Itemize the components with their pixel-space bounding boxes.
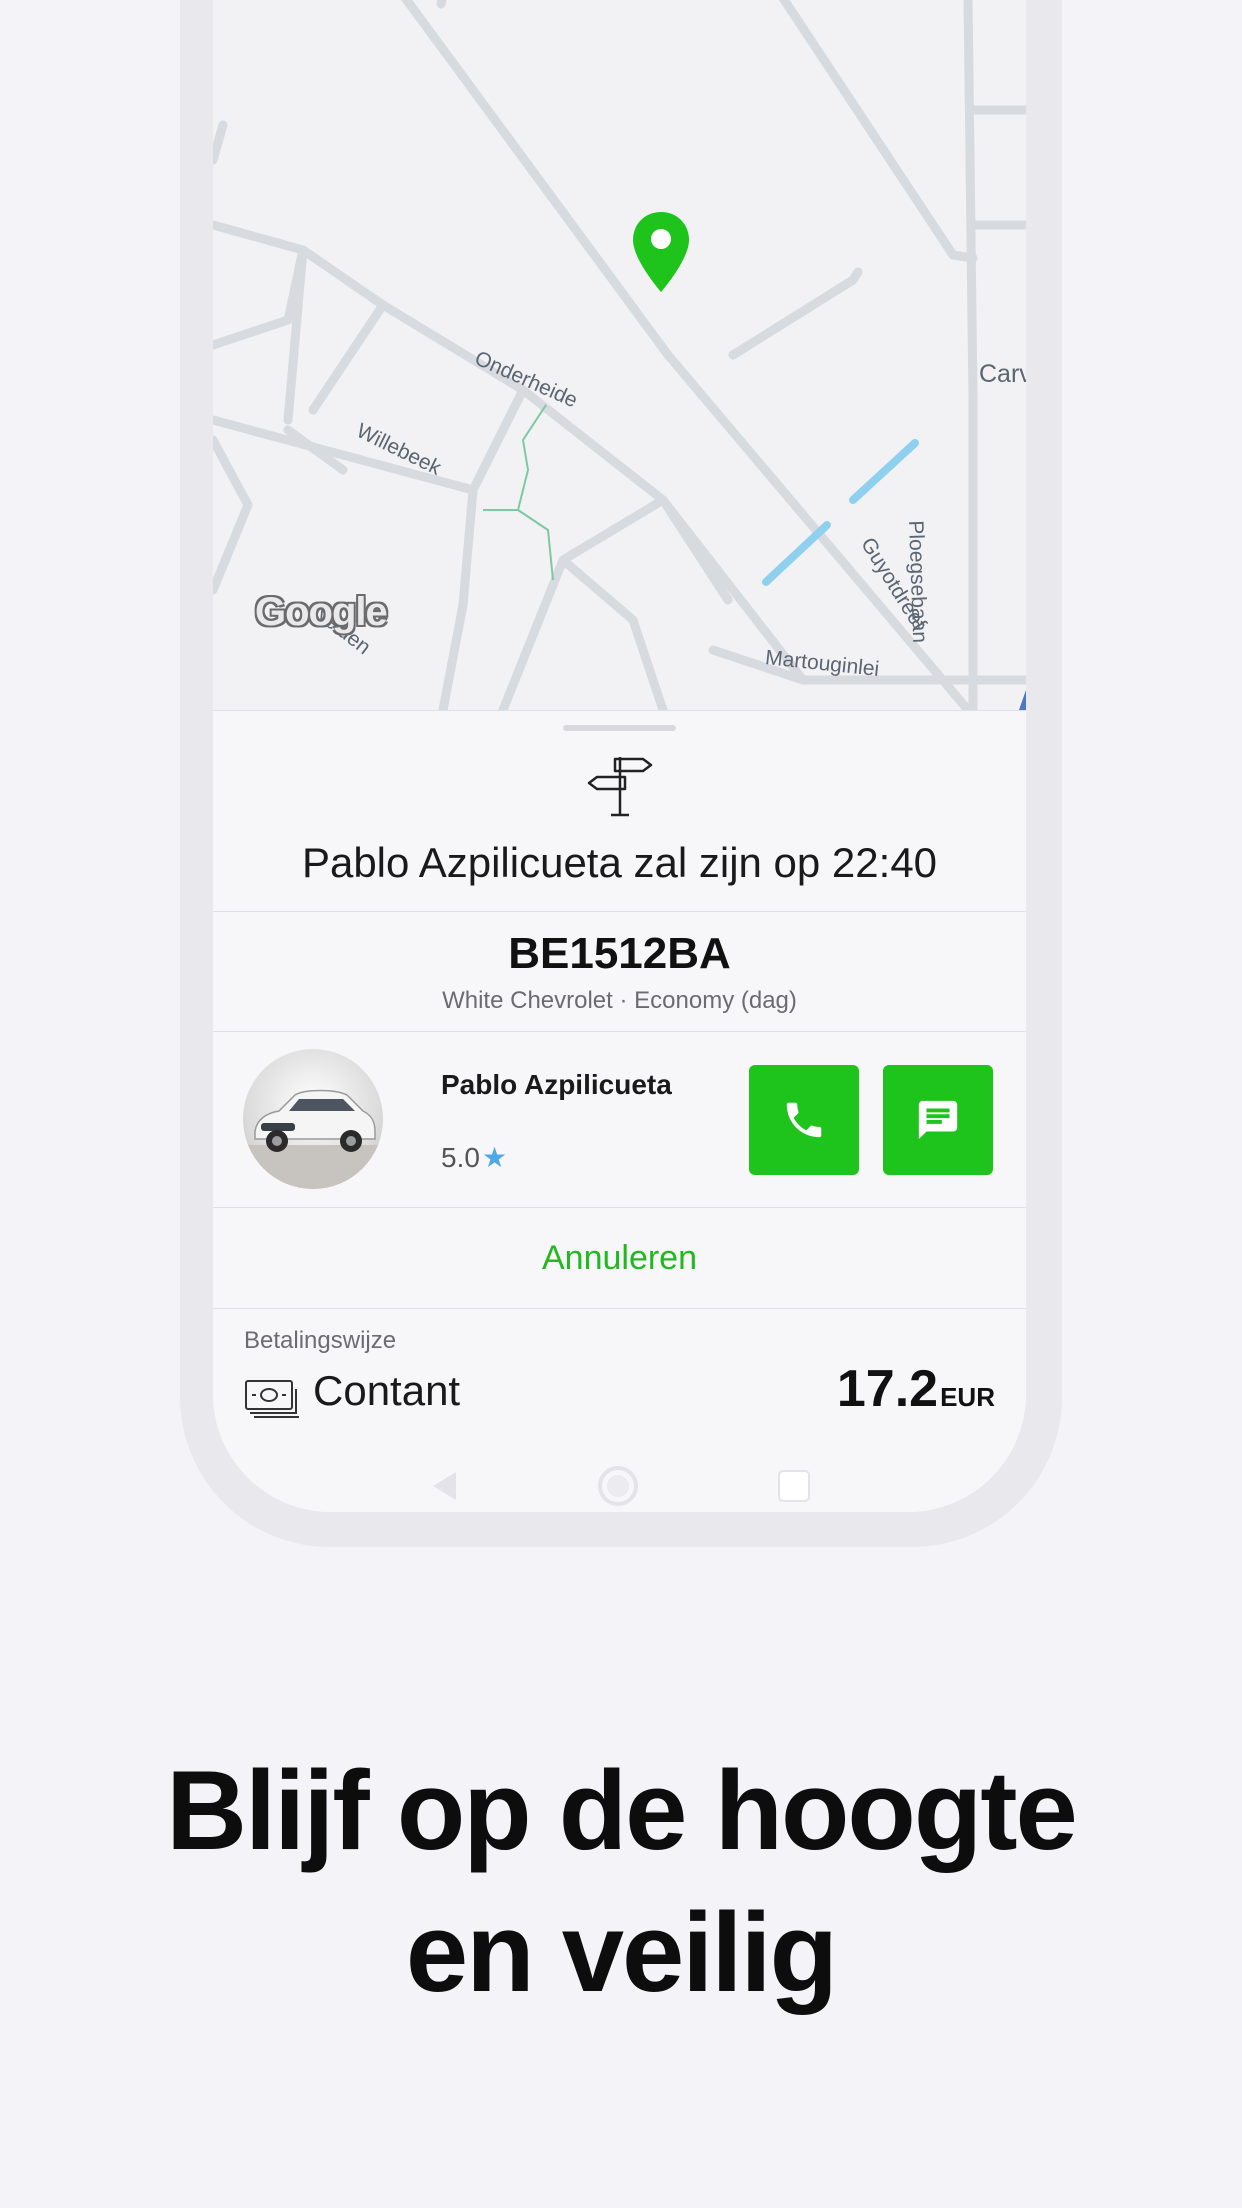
map-view[interactable]: Onderheide Willebeek Guyotdreef Ploegseb… xyxy=(213,0,1026,710)
rating-value: 5.0 xyxy=(441,1142,480,1173)
divider xyxy=(213,1207,1026,1208)
payment-method-label: Betalingswijze xyxy=(244,1327,397,1354)
back-icon xyxy=(433,1472,456,1500)
street-label-ploegsebaan: Ploegsebaan xyxy=(904,520,932,644)
headline-line-1: Blijf op de hoogte xyxy=(166,1748,1078,1873)
drag-handle[interactable] xyxy=(563,725,676,731)
driver-name: Pablo Azpilicueta xyxy=(441,1069,672,1100)
call-driver-button[interactable] xyxy=(749,1065,859,1175)
message-driver-button[interactable] xyxy=(883,1065,993,1175)
divider xyxy=(213,911,1026,912)
google-logo: Google xyxy=(255,590,388,634)
message-icon xyxy=(918,1100,958,1140)
payment-method-value[interactable]: Contant xyxy=(313,1367,460,1415)
location-pin-icon[interactable] xyxy=(631,210,691,295)
cancel-ride-button[interactable]: Annuleren xyxy=(213,1239,1026,1278)
trip-price: 17.2EUR xyxy=(837,1359,995,1419)
star-icon: ★ xyxy=(481,1142,508,1173)
price-currency: EUR xyxy=(940,1382,995,1412)
car-description: White Chevrolet · Economy (dag) xyxy=(442,987,797,1014)
divider xyxy=(213,1308,1026,1309)
phone-screen: Onderheide Willebeek Guyotdreef Ploegseb… xyxy=(213,0,1026,1512)
price-amount: 17.2 xyxy=(836,1360,939,1418)
promo-headline: Blijf op de hoogte en veilig xyxy=(0,1740,1242,2024)
license-plate: BE1512BA xyxy=(508,929,731,978)
phone-icon xyxy=(786,1102,822,1138)
driver-car-photo xyxy=(243,1049,383,1189)
street-label-carv: Carv xyxy=(979,360,1026,388)
arrival-text: Pablo Azpilicueta zal zijn op 22:40 xyxy=(301,839,938,886)
divider xyxy=(213,1031,1026,1032)
trip-bottom-sheet: Pablo Azpilicueta zal zijn op 22:40 BE15… xyxy=(213,710,1026,1512)
headline-line-2: en veilig xyxy=(405,1890,838,2015)
recents-icon xyxy=(778,1470,810,1502)
signpost-icon xyxy=(587,757,653,817)
cash-icon xyxy=(245,1380,299,1418)
driver-rating: 5.0★ xyxy=(441,1141,507,1174)
car-icon xyxy=(243,1089,383,1189)
android-nav-bar xyxy=(433,1466,810,1506)
